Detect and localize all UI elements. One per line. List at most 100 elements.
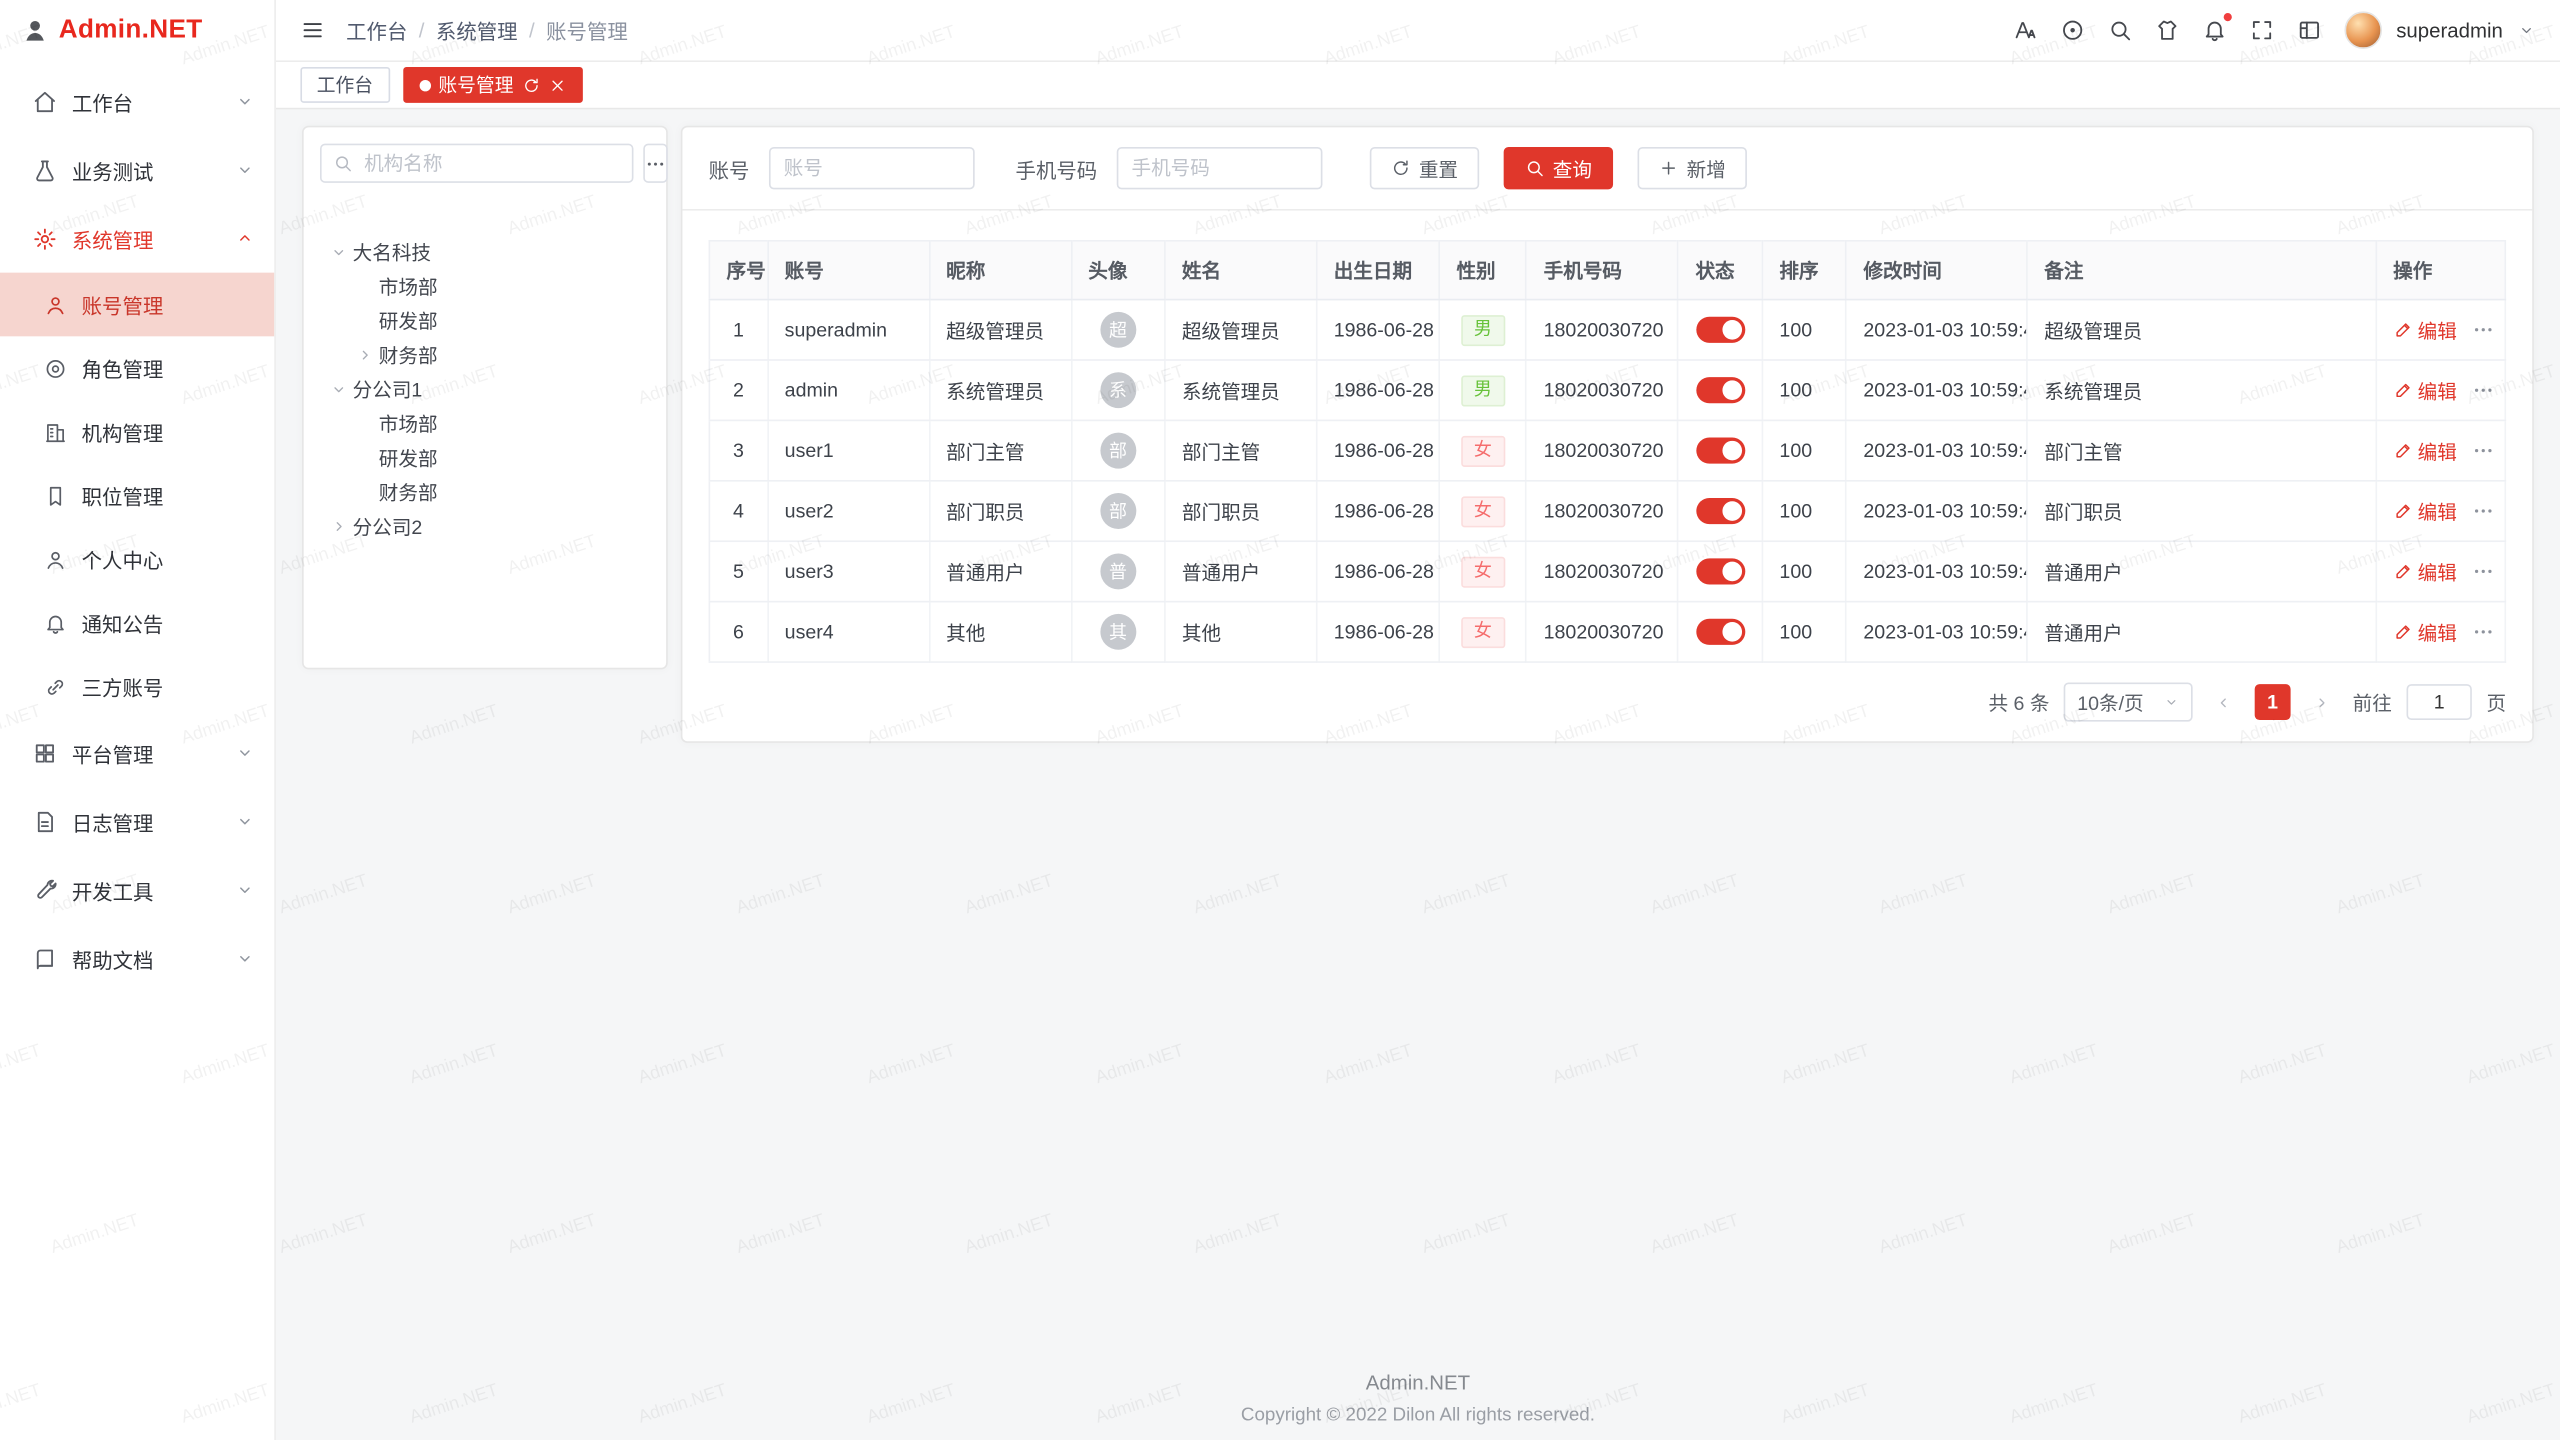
tree-caret-icon[interactable] [356, 345, 374, 363]
cell-actions: 编辑 [2376, 541, 2505, 601]
search-button[interactable] [2107, 18, 2131, 42]
tree-node[interactable]: 财务部 [320, 475, 650, 508]
sidebar-item[interactable]: 日志管理 [0, 787, 274, 856]
cell-nickname: 超级管理员 [929, 300, 1071, 360]
status-toggle[interactable] [1696, 438, 1745, 464]
page-size-select[interactable]: 10条/页 [2064, 682, 2192, 721]
tree-caret-icon[interactable] [330, 517, 348, 535]
sidebar-subitem[interactable]: 个人中心 [0, 527, 274, 591]
sidebar-item[interactable]: 工作台 [0, 67, 274, 136]
org-search-input[interactable] [361, 150, 621, 176]
notification-bell-button[interactable] [2202, 18, 2226, 42]
cell-phone: 18020030720 [1527, 300, 1679, 360]
tree-node[interactable]: 分公司2 [320, 509, 650, 542]
row-more-button[interactable] [2472, 500, 2495, 523]
language-icon [2060, 18, 2084, 42]
font-size-button[interactable] [2013, 18, 2037, 42]
column-header: 备注 [2027, 241, 2376, 300]
edit-button[interactable]: 编辑 [2393, 497, 2457, 525]
menu-collapse-button[interactable] [300, 18, 324, 42]
breadcrumb-item[interactable]: 工作台 [346, 15, 407, 46]
app-logo[interactable]: Admin.NET [0, 0, 274, 60]
row-more-button[interactable] [2472, 318, 2495, 341]
tree-node[interactable]: 研发部 [320, 441, 650, 474]
edit-button[interactable]: 编辑 [2393, 618, 2457, 646]
tree-node[interactable]: 市场部 [320, 269, 650, 302]
tab-close-icon[interactable] [548, 76, 566, 94]
account-input[interactable] [769, 147, 975, 189]
next-page-button[interactable] [2305, 684, 2338, 720]
sidebar-subitem[interactable]: 通知公告 [0, 591, 274, 655]
search-icon [1525, 158, 1545, 178]
tab-active-dot [419, 79, 430, 90]
sidebar-subitem[interactable]: 角色管理 [0, 336, 274, 400]
sidebar-item[interactable]: 开发工具 [0, 856, 274, 925]
edit-button[interactable]: 编辑 [2393, 558, 2457, 586]
add-button[interactable]: 新增 [1638, 147, 1747, 189]
tree-node[interactable]: 市场部 [320, 407, 650, 440]
status-toggle[interactable] [1696, 498, 1745, 524]
row-more-button[interactable] [2472, 379, 2495, 402]
user-avatar[interactable] [2344, 11, 2382, 49]
column-header: 序号 [709, 241, 767, 300]
breadcrumb-item[interactable]: 系统管理 [436, 15, 518, 46]
status-toggle[interactable] [1696, 377, 1745, 403]
status-toggle[interactable] [1696, 317, 1745, 343]
avatar: 部 [1100, 493, 1136, 529]
tree-node[interactable]: 大名科技 [320, 235, 650, 268]
cell-modified: 2023-01-03 10:59:44 [1846, 541, 2027, 601]
chevron-up-icon [235, 229, 255, 249]
org-more-button[interactable] [643, 144, 667, 183]
chevron-right-icon [2305, 693, 2338, 711]
phone-input[interactable] [1117, 147, 1323, 189]
org-search-box[interactable] [320, 144, 633, 183]
row-more-button[interactable] [2472, 620, 2495, 643]
tree-node-label: 研发部 [379, 443, 438, 471]
tab-refresh-icon[interactable] [522, 76, 540, 94]
cell-name: 普通用户 [1165, 541, 1317, 601]
reset-button[interactable]: 重置 [1370, 147, 1479, 189]
tab[interactable]: 账号管理 [402, 67, 582, 103]
row-more-button[interactable] [2472, 439, 2495, 462]
edit-button[interactable]: 编辑 [2393, 437, 2457, 465]
language-button[interactable] [2060, 18, 2084, 42]
tree-node[interactable]: 财务部 [320, 338, 650, 371]
sidebar-item[interactable]: 平台管理 [0, 718, 274, 787]
edit-button[interactable]: 编辑 [2393, 316, 2457, 344]
cell-remark: 系统管理员 [2027, 360, 2376, 420]
row-more-button[interactable] [2472, 560, 2495, 583]
goto-page-input[interactable] [2407, 684, 2472, 720]
sidebar-subitem[interactable]: 三方账号 [0, 655, 274, 719]
page-number-current[interactable]: 1 [2255, 684, 2291, 720]
sidebar-subitem[interactable]: 账号管理 [0, 273, 274, 337]
prev-page-button[interactable] [2207, 684, 2240, 720]
tree-caret-icon[interactable] [330, 242, 348, 260]
tab[interactable]: 工作台 [300, 67, 389, 103]
fullscreen-button[interactable] [2249, 18, 2273, 42]
cell-order: 100 [1762, 420, 1846, 480]
tree-caret-icon[interactable] [330, 380, 348, 398]
sidebar-item[interactable]: 帮助文档 [0, 924, 274, 993]
sidebar-item[interactable]: 业务测试 [0, 136, 274, 205]
sidebar-subitem-label: 职位管理 [82, 480, 164, 511]
tree-node[interactable]: 分公司1 [320, 372, 650, 405]
search-button[interactable]: 查询 [1504, 147, 1613, 189]
user-menu-caret-icon[interactable] [2518, 21, 2536, 39]
cell-modified: 2023-01-03 10:59:44 [1846, 300, 2027, 360]
sidebar-subitem[interactable]: 职位管理 [0, 464, 274, 528]
sidebar-item[interactable]: 系统管理 [0, 204, 274, 273]
theme-button[interactable] [2155, 18, 2179, 42]
username[interactable]: superadmin [2396, 19, 2503, 42]
log-icon [33, 809, 57, 833]
edit-button[interactable]: 编辑 [2393, 376, 2457, 404]
cell-status [1678, 360, 1762, 420]
tree-node[interactable]: 研发部 [320, 304, 650, 337]
cell-actions: 编辑 [2376, 481, 2505, 541]
status-toggle[interactable] [1696, 619, 1745, 645]
layout-button[interactable] [2297, 18, 2321, 42]
sidebar-subitem[interactable]: 机构管理 [0, 400, 274, 464]
cell-index: 6 [709, 602, 767, 662]
status-toggle[interactable] [1696, 558, 1745, 584]
cell-phone: 18020030720 [1527, 541, 1679, 601]
sidebar-item-label: 帮助文档 [72, 943, 221, 974]
